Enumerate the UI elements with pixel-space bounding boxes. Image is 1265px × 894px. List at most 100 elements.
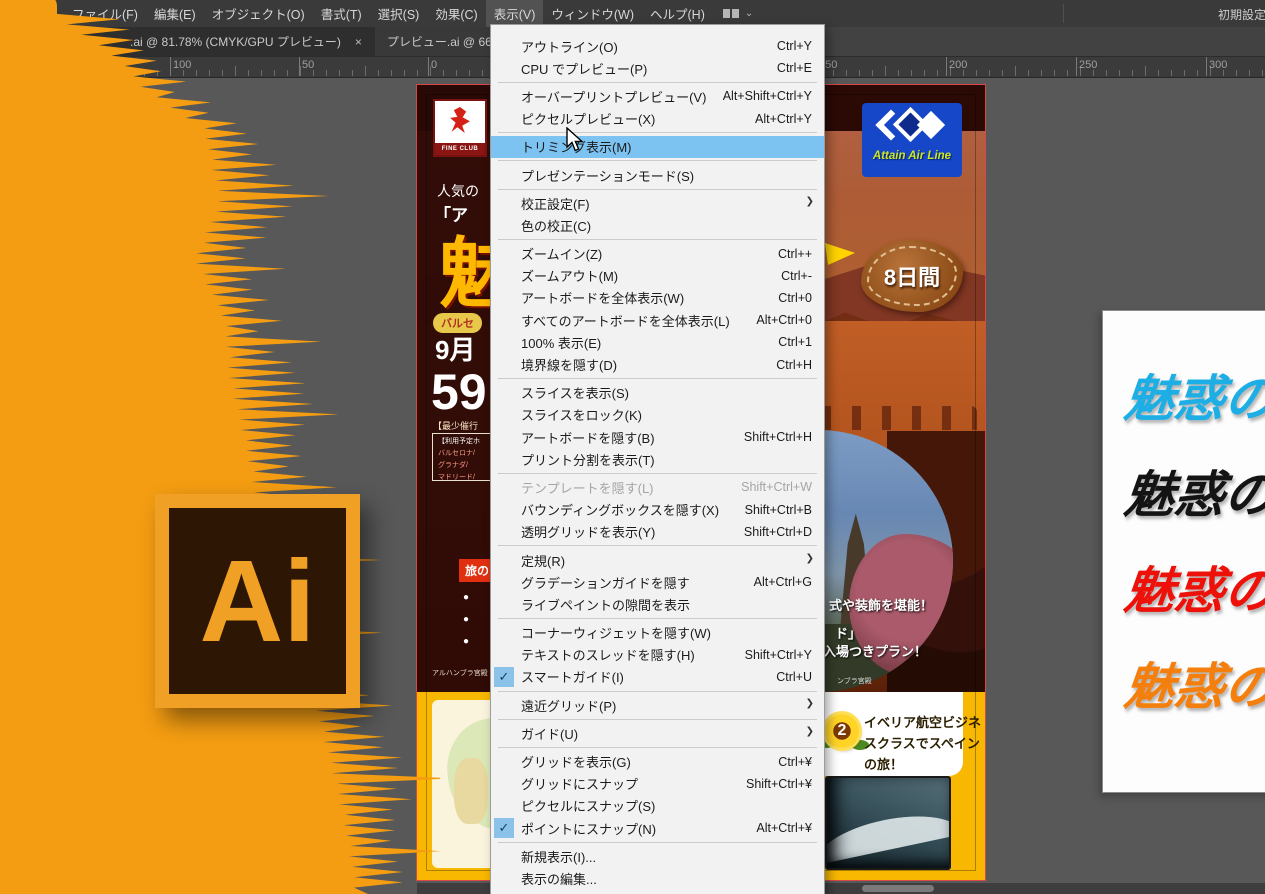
menu-separator — [498, 473, 817, 474]
ruler-label: 100 — [173, 59, 191, 71]
ruler-label: 50 — [302, 59, 314, 71]
submenu-arrow-icon: ❯ — [806, 726, 814, 737]
menu-item[interactable]: 透明グリッドを表示(Y)Shift+Ctrl+D — [491, 521, 824, 543]
checkmark-icon: ✓ — [494, 667, 514, 687]
menu-1[interactable]: 編集(E) — [146, 0, 204, 28]
menu-separator — [498, 545, 817, 546]
fine-club-logo: FINE CLUB — [433, 99, 487, 157]
menu-item[interactable]: スライスをロック(K) — [491, 404, 824, 426]
checkmark-icon: ✓ — [494, 818, 514, 838]
sample-text-0: 魅惑の — [1121, 359, 1265, 431]
view-menu-dropdown: アウトライン(O)Ctrl+YCPU でプレビュー(P)Ctrl+E オーバープリ… — [490, 24, 825, 894]
menu-separator — [498, 189, 817, 190]
menu-item[interactable]: グリッドを表示(G)Ctrl+¥ — [491, 750, 824, 772]
menu-item[interactable]: 遠近グリッド(P)❯ — [491, 694, 824, 716]
menu-0[interactable]: ファイル(F) — [64, 0, 146, 28]
mouse-cursor — [566, 127, 586, 155]
menu-item[interactable]: ✓ポイントにスナップ(N)Alt+Ctrl+¥ — [491, 817, 824, 839]
poster-right-text3: 入場つきプラン！ — [823, 641, 927, 660]
sample-text-1: 魅惑の — [1121, 455, 1265, 527]
fine-club-emblem-icon — [449, 107, 471, 133]
menu-separator — [498, 82, 817, 83]
attain-diamond-icon — [876, 106, 948, 148]
poster-date: 9月 — [435, 337, 475, 363]
menu-item[interactable]: ✓スマートガイド(I)Ctrl+U — [491, 666, 824, 688]
poster-headline1: 人気の — [437, 181, 479, 201]
menu-item[interactable]: トリミング表示(M) — [491, 136, 824, 158]
scrollbar-thumb[interactable] — [862, 885, 934, 892]
poster-yellow-text: イベリア航空ビジネ スクラスでスペイン の旅！ — [864, 712, 981, 775]
menu-item[interactable]: ズームアウト(M)Ctrl+- — [491, 265, 824, 287]
menu-separator — [498, 160, 817, 161]
menu-item[interactable]: 境界線を隠す(D)Ctrl+H — [491, 353, 824, 375]
menu-item[interactable]: コーナーウィジェットを隠す(W) — [491, 622, 824, 644]
menu-3[interactable]: 書式(T) — [313, 0, 370, 28]
menu-item[interactable]: アートボードを全体表示(W)Ctrl+0 — [491, 287, 824, 309]
menu-item[interactable]: アートボードを隠す(B)Shift+Ctrl+H — [491, 426, 824, 448]
poster-pill: バルセ — [433, 313, 482, 333]
menu-separator — [498, 842, 817, 843]
menu-item[interactable]: アウトライン(O)Ctrl+Y — [491, 35, 824, 57]
poster-price: 59 — [431, 367, 487, 417]
menu-item[interactable]: ピクセルにスナップ(S) — [491, 795, 824, 817]
menu-2[interactable]: オブジェクト(O) — [204, 0, 313, 28]
menu-separator — [498, 618, 817, 619]
document-tab-active[interactable]: .ai @ 81.78% (CMYK/GPU プレビュー) × — [0, 27, 374, 56]
menu-item[interactable]: ズームイン(Z)Ctrl++ — [491, 243, 824, 265]
illustrator-app: { "menubar": { "items": ["ファイル(F)","編集(E… — [0, 0, 1265, 894]
sunflower-number-icon: 2 — [825, 714, 859, 748]
submenu-arrow-icon: ❯ — [806, 196, 814, 207]
poster-badge-8days: 8日間 — [861, 240, 963, 312]
poster-right-text2: ド」 — [835, 623, 861, 642]
menu-item[interactable]: プレゼンテーションモード(S) — [491, 164, 824, 186]
ruler-label: 250 — [1079, 59, 1097, 71]
attain-airline-logo: Attain Air Line — [862, 103, 962, 177]
menu-item[interactable]: ライブペイントの隙間を表示 — [491, 593, 824, 615]
poster-headline2: 「ア — [434, 201, 468, 226]
menu-separator — [498, 239, 817, 240]
menu-item[interactable]: CPU でプレビュー(P)Ctrl+E — [491, 57, 824, 79]
menu-4[interactable]: 選択(S) — [370, 0, 428, 28]
menu-item[interactable]: 表示の編集... — [491, 867, 824, 889]
ruler-label: 300 — [1209, 59, 1227, 71]
menu-item[interactable]: プリント分割を表示(T) — [491, 448, 824, 470]
menu-separator — [498, 719, 817, 720]
menubar: ファイル(F)編集(E)オブジェクト(O)書式(T)選択(S)効果(C)表示(V… — [0, 0, 1265, 27]
menu-item[interactable]: グラデーションガイドを隠すAlt+Ctrl+G — [491, 571, 824, 593]
panel-switcher-icon[interactable]: ⌄ — [723, 8, 753, 19]
menu-item[interactable]: ガイド(U)❯ — [491, 722, 824, 744]
menu-item[interactable]: 新規表示(I)... — [491, 845, 824, 867]
ruler-label: 0 — [431, 59, 437, 71]
sample-text-3: 魅惑の — [1121, 647, 1265, 719]
menu-item[interactable]: テンプレートを隠す(L)Shift+Ctrl+W — [491, 476, 824, 498]
menu-item[interactable]: 定規(R)❯ — [491, 549, 824, 571]
illustrator-logo: Ai — [155, 494, 360, 708]
sample-text-2: 魅惑の — [1121, 551, 1265, 623]
menu-item[interactable]: 100% 表示(E)Ctrl+1 — [491, 331, 824, 353]
text-samples-panel: 魅惑の魅惑の魅惑の魅惑の — [1102, 310, 1265, 793]
menu-item[interactable]: すべてのアートボードを全体表示(L)Alt+Ctrl+0 — [491, 309, 824, 331]
tab-close-icon[interactable]: × — [355, 35, 362, 49]
poster-right-text1: 式や装飾を堪能！ — [829, 595, 933, 614]
menu-item[interactable]: グリッドにスナップShift+Ctrl+¥ — [491, 773, 824, 795]
menu-5[interactable]: 効果(C) — [427, 0, 485, 28]
menu-item[interactable]: バウンディングボックスを隠す(X)Shift+Ctrl+B — [491, 499, 824, 521]
menu-item[interactable]: テキストのスレッドを隠す(H)Shift+Ctrl+Y — [491, 644, 824, 666]
menu-item[interactable]: スライスを表示(S) — [491, 382, 824, 404]
menu-separator — [498, 378, 817, 379]
poster-bullets: ●●● — [463, 587, 469, 653]
menu-separator — [498, 691, 817, 692]
orange-brush-stroke — [0, 0, 440, 894]
poster-caption-left: アルハンブラ宮殿 — [432, 668, 488, 678]
menu-item[interactable]: ピクセルプレビュー(X)Alt+Ctrl+Y — [491, 108, 824, 130]
menu-item[interactable]: 色の校正(C) — [491, 214, 824, 236]
poster-airplane-photo — [825, 776, 951, 870]
submenu-arrow-icon: ❯ — [806, 698, 814, 709]
menu-item[interactable]: オーバープリントプレビュー(V)Alt+Shift+Ctrl+Y — [491, 85, 824, 107]
workspace-switcher[interactable]: 初期設定 — [1218, 6, 1265, 23]
menu-item[interactable]: 校正設定(F)❯ — [491, 192, 824, 214]
poster-caption-right: ンブラ宮殿 — [837, 676, 872, 686]
menu-separator — [498, 747, 817, 748]
menubar-separator — [1063, 4, 1064, 23]
submenu-arrow-icon: ❯ — [806, 553, 814, 564]
